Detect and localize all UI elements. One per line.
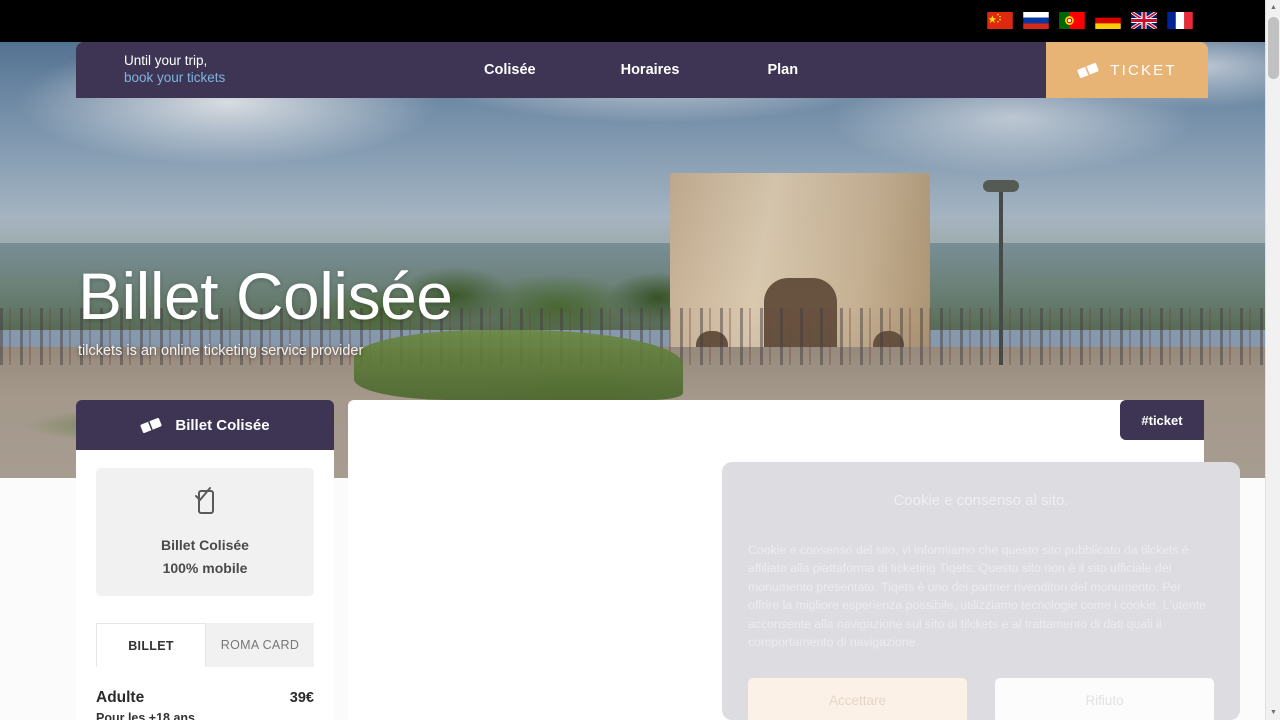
cookie-title: Cookie e consenso al sito. (893, 492, 1069, 509)
offer-name: Adulte (96, 689, 145, 706)
browser-scrollbar[interactable]: ▲ ▼ (1265, 0, 1280, 720)
nav-promo: Until your trip, book your tickets (76, 53, 436, 87)
mobile-box-line1: Billet Colisée (161, 537, 249, 553)
booking-side-card: Billet Colisée Billet Colisée 100% mobil… (76, 400, 334, 720)
ticket-button[interactable]: TICKET (1046, 42, 1208, 98)
ticket-icon (140, 417, 162, 433)
nav-promo-link[interactable]: book your tickets (124, 70, 436, 87)
chinese-flag[interactable] (987, 12, 1013, 29)
mobile-check-icon (195, 487, 214, 514)
nav-item-horaires[interactable]: Horaires (621, 62, 680, 78)
ticket-hash-badge[interactable]: #ticket (1120, 400, 1204, 440)
offer-price: 39€ (289, 690, 314, 706)
english-flag[interactable] (1131, 12, 1157, 29)
russian-flag[interactable] (1023, 12, 1049, 29)
offer-note: Pour les +18 ans (96, 711, 196, 720)
hero-subtitle: tilckets is an online ticketing service … (78, 343, 364, 360)
ticket-hash-label: #ticket (1141, 412, 1183, 428)
side-card-body: Billet Colisée 100% mobile BILLET ROMA C… (76, 450, 334, 720)
cookie-consent-dialog: Cookie e consenso al sito. Cookie e cons… (722, 462, 1240, 720)
scrollbar-thumb[interactable] (1268, 17, 1279, 79)
side-card-title: Billet Colisée (175, 416, 270, 434)
scroll-up-arrow-icon[interactable]: ▲ (1266, 0, 1280, 15)
german-flag[interactable] (1095, 12, 1121, 29)
mobile-ticket-box: Billet Colisée 100% mobile (96, 468, 314, 596)
ticket-type-tabs: BILLET ROMA CARD (96, 623, 314, 667)
accept-cookies-button[interactable]: Accettare (748, 677, 967, 720)
french-flag[interactable] (1167, 12, 1193, 29)
cookie-body-text: Cookie e consenso del sito, vi informiam… (748, 543, 1207, 650)
nav-item-colisee[interactable]: Colisée (484, 62, 536, 78)
reject-cookies-button[interactable]: Rifiuto (995, 677, 1214, 720)
main-navigation: Until your trip, book your tickets Colis… (76, 42, 1208, 98)
hero-text-block: Billet Colisée tilckets is an online tic… (78, 259, 453, 360)
page-root: Billet Colisée tilckets is an online tic… (0, 0, 1280, 720)
offer-price-row: Adulte 39€ (96, 689, 314, 707)
scroll-down-arrow-icon[interactable]: ▼ (1266, 705, 1280, 720)
page-title: Billet Colisée (78, 259, 453, 333)
nav-promo-line1: Until your trip, (124, 53, 208, 69)
tab-billet[interactable]: BILLET (96, 623, 206, 667)
ticket-button-label: TICKET (1110, 61, 1177, 79)
cookie-buttons: Accettare Rifiuto (748, 677, 1214, 720)
language-selector[interactable] (987, 12, 1193, 29)
top-bar (0, 0, 1265, 42)
mobile-box-line2: 100% mobile (162, 560, 248, 576)
tab-roma-card[interactable]: ROMA CARD (206, 623, 314, 667)
portuguese-flag[interactable] (1059, 12, 1085, 29)
ticket-icon (1077, 62, 1099, 78)
side-card-header: Billet Colisée (76, 400, 334, 450)
nav-item-plan[interactable]: Plan (767, 62, 798, 78)
